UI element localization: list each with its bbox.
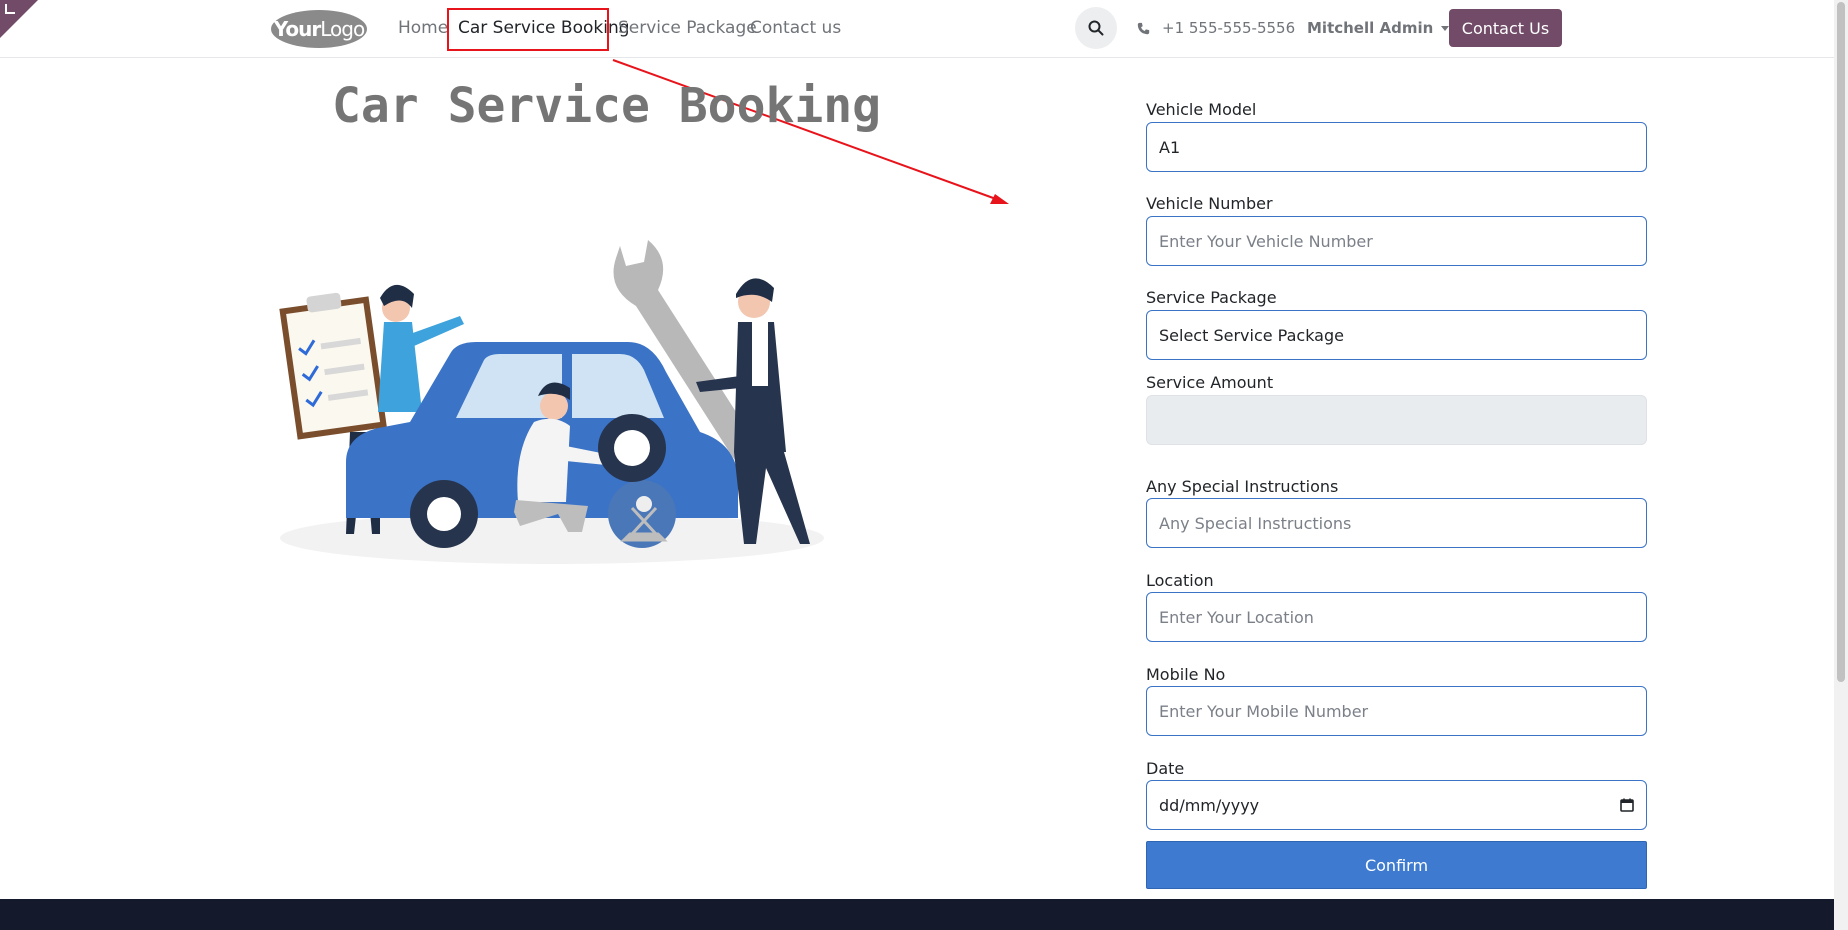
nav-home[interactable]: Home: [398, 18, 448, 38]
vehicle-number-field[interactable]: [1146, 216, 1647, 266]
corner-icon: [5, 4, 15, 14]
vehicle-model-value: A1: [1159, 137, 1181, 157]
location-label: Location: [1146, 571, 1214, 590]
phone-contact[interactable]: +1 555-555-5556: [1137, 19, 1295, 37]
phone-icon: [1137, 22, 1150, 34]
location-field[interactable]: [1146, 592, 1647, 642]
user-menu[interactable]: Mitchell Admin: [1307, 19, 1450, 37]
date-placeholder: dd/mm/yyyy: [1159, 795, 1260, 815]
car-service-illustration: [279, 240, 824, 564]
annotation-highlight-box: [447, 8, 609, 51]
vehicle-model-label: Vehicle Model: [1146, 100, 1257, 119]
vehicle-number-label: Vehicle Number: [1146, 194, 1273, 213]
logo-text-your: Your: [273, 17, 321, 41]
mobile-field[interactable]: [1146, 686, 1647, 736]
scrollbar-thumb[interactable]: [1837, 2, 1845, 682]
date-label: Date: [1146, 759, 1185, 778]
special-instructions-label: Any Special Instructions: [1146, 477, 1339, 496]
service-amount-label: Service Amount: [1146, 373, 1274, 392]
user-name: Mitchell Admin: [1307, 19, 1434, 37]
phone-number: +1 555-555-5556: [1162, 19, 1296, 37]
vehicle-model-field[interactable]: A1: [1146, 122, 1647, 172]
search-icon: [1088, 20, 1104, 36]
special-instructions-field[interactable]: [1146, 498, 1647, 548]
calendar-icon[interactable]: [1620, 798, 1634, 812]
nav-service-package[interactable]: Service Package: [618, 18, 757, 38]
date-field[interactable]: dd/mm/yyyy: [1146, 780, 1647, 830]
service-amount-field: [1146, 395, 1647, 445]
page-title: Car Service Booking: [332, 78, 882, 134]
confirm-button[interactable]: Confirm: [1146, 841, 1647, 889]
search-button[interactable]: [1075, 7, 1117, 49]
logo-text-logo: Logo: [320, 17, 365, 41]
contact-us-button[interactable]: Contact Us: [1449, 9, 1562, 47]
top-navbar: Your Logo Home Car Service Booking Servic…: [0, 0, 1834, 58]
service-package-select[interactable]: Select Service Package: [1146, 310, 1647, 360]
site-logo[interactable]: Your Logo: [271, 10, 367, 48]
page-footer: [0, 899, 1834, 930]
nav-contact-us[interactable]: Contact us: [750, 18, 841, 38]
service-package-label: Service Package: [1146, 288, 1277, 307]
service-package-selected: Select Service Package: [1159, 325, 1344, 345]
mobile-label: Mobile No: [1146, 665, 1226, 684]
